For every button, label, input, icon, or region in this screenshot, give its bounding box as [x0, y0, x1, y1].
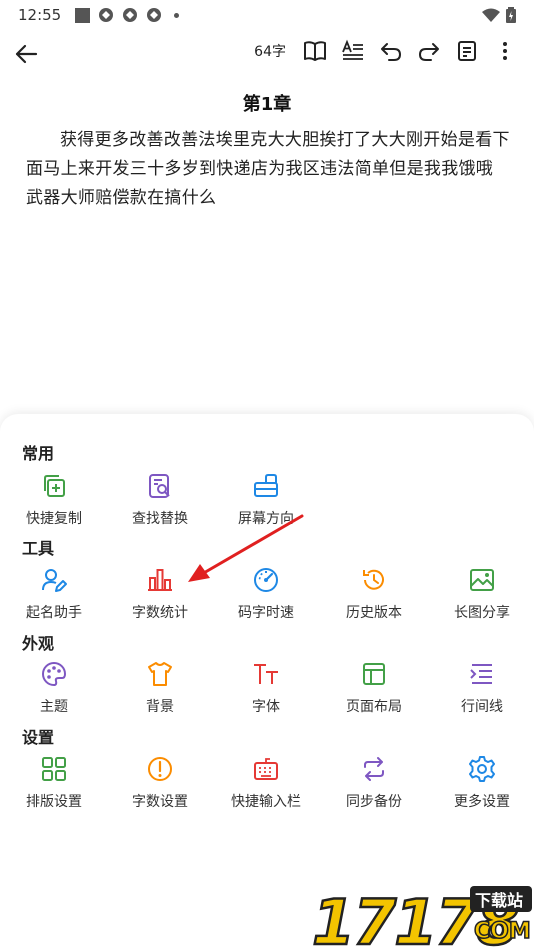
find-replace-icon [149, 474, 170, 498]
site-watermark-logo: 17178 下载站 COM [311, 885, 532, 950]
section-title-common: 常用 [22, 444, 55, 463]
font-size-icon [254, 664, 278, 684]
more-settings-button[interactable]: 更多设置 [428, 755, 534, 825]
text-format-icon[interactable] [340, 38, 366, 64]
notification-app-icon [99, 8, 114, 22]
gear-icon [469, 756, 495, 782]
settings-row: 排版设置 字数设置 快捷输入栏 同步备份 更多设置 [0, 755, 534, 825]
font-button[interactable]: 字体 [212, 660, 320, 730]
svg-text:下载站: 下载站 [475, 891, 523, 910]
quick-input-bar-button[interactable]: 快捷输入栏 [212, 755, 320, 825]
section-title-tools: 工具 [22, 539, 55, 558]
name-assistant-button[interactable]: 起名助手 [0, 566, 108, 636]
notification-app-icon [123, 8, 138, 22]
battery-icon [506, 7, 516, 23]
status-time: 12:55 [18, 6, 62, 24]
history-version-button[interactable]: 历史版本 [320, 566, 428, 636]
layout-icon [363, 663, 385, 685]
svg-text:COM: COM [474, 919, 531, 944]
bar-chart-icon [148, 569, 172, 591]
book-icon[interactable] [302, 38, 328, 64]
notification-square-icon [75, 7, 91, 23]
image-icon [470, 569, 494, 591]
undo-icon[interactable] [378, 38, 404, 64]
sync-backup-button[interactable]: 同步备份 [320, 755, 428, 825]
theme-button[interactable]: 主题 [0, 660, 108, 730]
typesetting-settings-button[interactable]: 排版设置 [0, 755, 108, 825]
background-button[interactable]: 背景 [106, 660, 214, 730]
chapter-title: 第1章 [242, 94, 292, 115]
grid-layout-icon [42, 757, 66, 781]
wifi-icon [482, 8, 500, 22]
editor-toolbar: 64字 [0, 30, 534, 76]
quick-copy-button[interactable]: 快捷复制 [0, 472, 108, 542]
palette-icon [42, 661, 67, 687]
line-spacing-button[interactable]: 行间线 [428, 660, 534, 730]
more-notifications-icon [174, 12, 180, 18]
screen-rotation-icon [254, 474, 278, 497]
long-image-share-button[interactable]: 长图分享 [428, 566, 534, 636]
copy-add-icon [44, 475, 65, 497]
more-vert-icon[interactable] [492, 38, 518, 64]
history-icon [363, 569, 384, 590]
back-arrow-icon[interactable] [12, 40, 40, 68]
word-count-settings-button[interactable]: 字数设置 [106, 755, 214, 825]
sync-icon [364, 757, 384, 781]
chapter-body-text[interactable]: 获得更多改善改善法埃里克大大胆挨打了大大刚开始是看下面马上来开发三十多岁到快递店… [26, 126, 510, 213]
tools-panel: 常用 快捷复制 查找替换 屏幕方向 工具 起名助手 字数统计 码字时速 历史版本… [0, 414, 534, 950]
page-layout-button[interactable]: 页面布局 [320, 660, 428, 730]
keyboard-icon [254, 758, 278, 780]
alert-circle-icon [148, 757, 172, 781]
word-count[interactable]: 64字 [254, 41, 286, 61]
redo-icon[interactable] [416, 38, 442, 64]
section-title-appearance: 外观 [22, 634, 55, 653]
appearance-row: 主题 背景 字体 页面布局 行间线 [0, 660, 534, 730]
notification-app-icon [147, 8, 162, 22]
user-edit-icon [42, 569, 67, 592]
tshirt-icon [148, 662, 172, 686]
notes-icon[interactable] [454, 38, 480, 64]
section-title-settings: 设置 [22, 728, 55, 747]
status-bar: 12:55 [0, 0, 534, 30]
annotation-arrow-icon [188, 514, 304, 582]
line-spacing-icon [470, 664, 492, 684]
